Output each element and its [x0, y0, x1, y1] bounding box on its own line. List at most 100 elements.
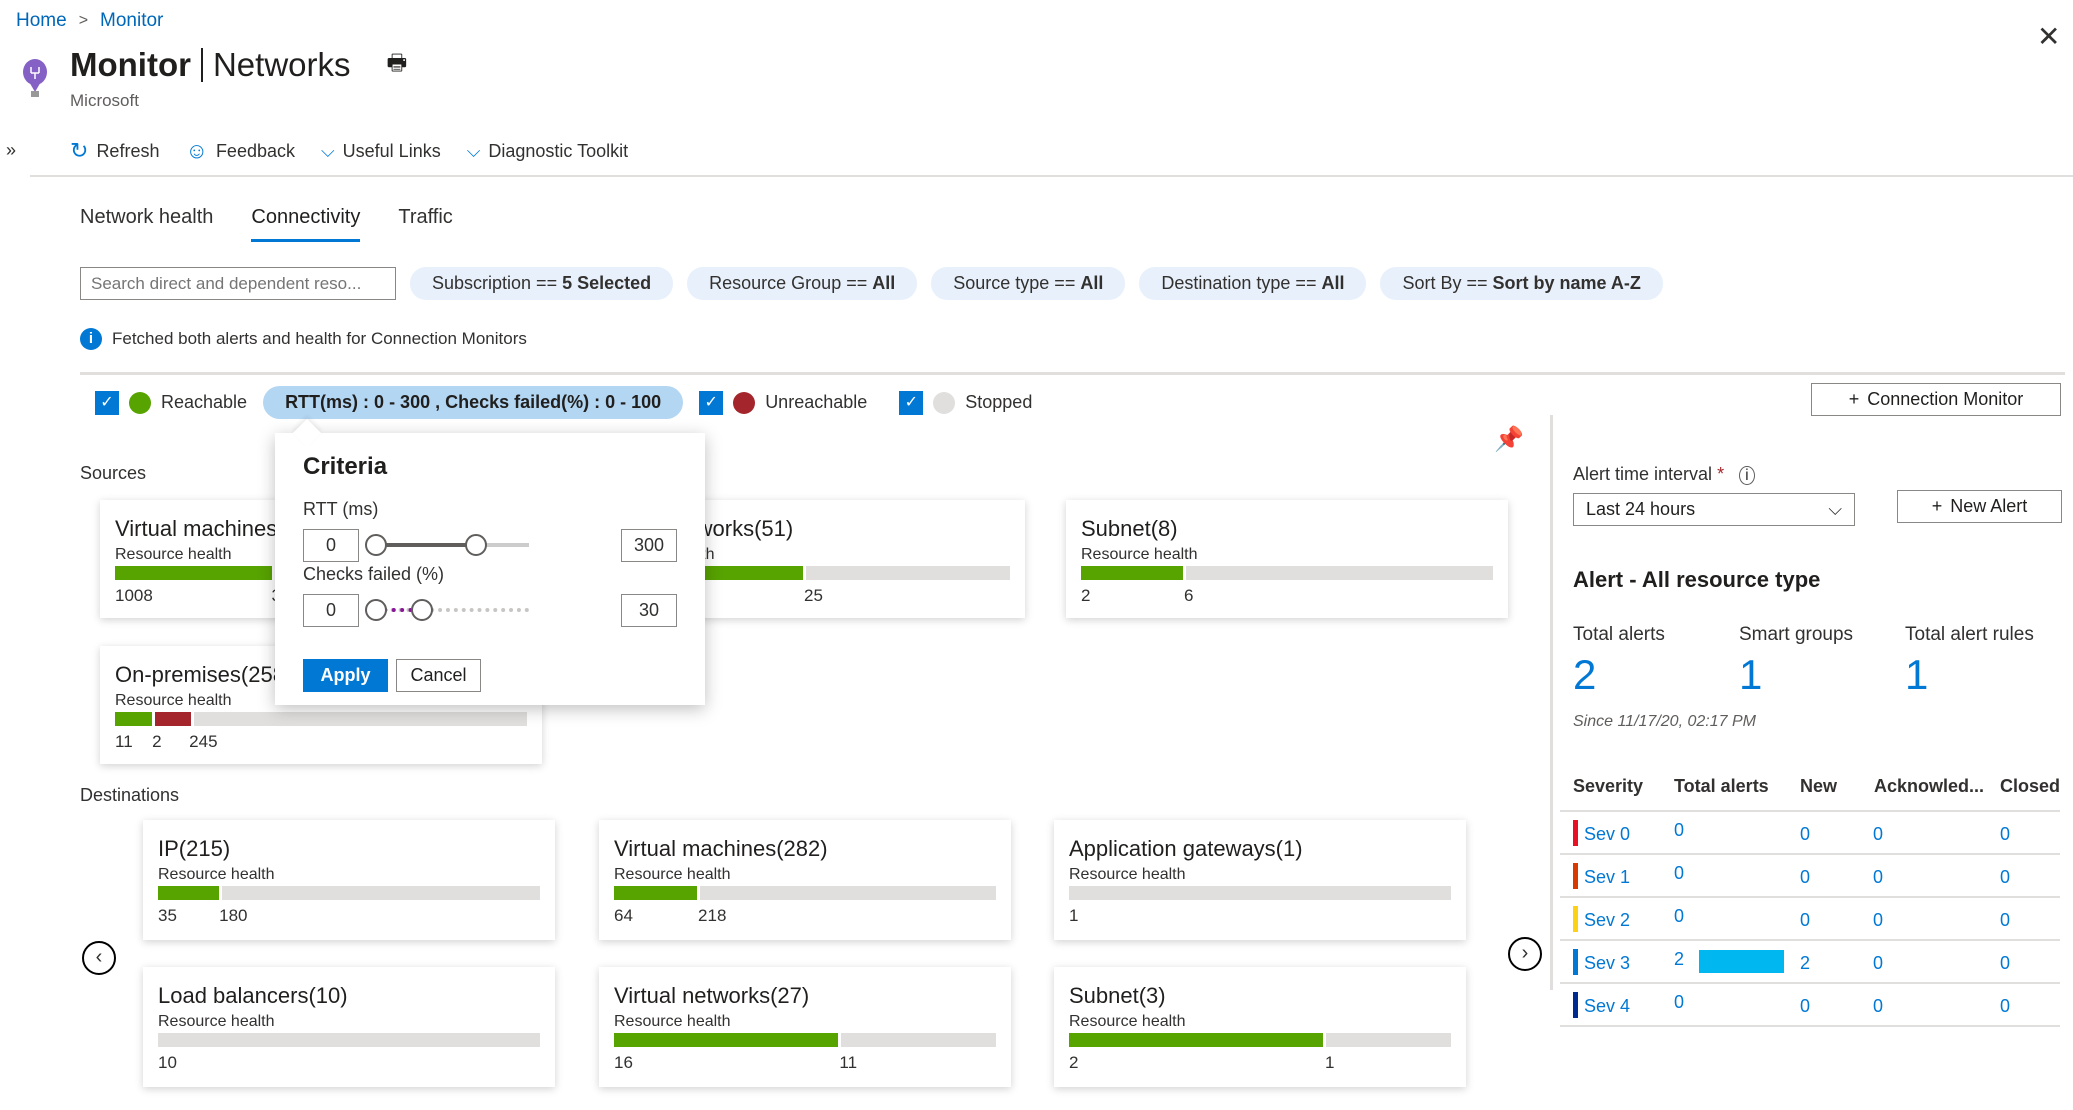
total-alerts[interactable]: 0 — [1674, 820, 1684, 841]
tab-network-health[interactable]: Network health — [80, 206, 213, 242]
tab-traffic[interactable]: Traffic — [398, 206, 452, 242]
severity-row[interactable]: Sev 0 0 0 0 0 — [1560, 812, 2060, 855]
criteria-pill[interactable]: RTT(ms) : 0 - 300 , Checks failed(%) : 0… — [263, 386, 684, 419]
rtt-max-handle[interactable] — [465, 534, 488, 556]
severity-row[interactable]: Sev 2 0 0 0 0 — [1560, 898, 2060, 941]
resource-card[interactable]: Load balancers(10) Resource health 10 — [143, 967, 555, 1087]
stopped-segment — [158, 1033, 540, 1047]
total-alerts[interactable]: 0 — [1674, 863, 1684, 884]
new-alerts[interactable]: 0 — [1800, 996, 1810, 1017]
chevron-down-icon: ⌵ — [1828, 499, 1842, 519]
previous-arrow-icon[interactable]: ‹ — [82, 941, 116, 975]
next-arrow-icon[interactable]: › — [1508, 937, 1542, 971]
severity-row[interactable]: Sev 1 0 0 0 0 — [1560, 855, 2060, 898]
new-alerts[interactable]: 2 — [1800, 953, 1810, 974]
resource-card[interactable]: Virtual machines(282) Resource health 64 21… — [599, 820, 1011, 940]
info-icon[interactable]: i — [1739, 466, 1755, 485]
rtt-slider-fill — [375, 543, 476, 547]
severity-link[interactable]: Sev 0 — [1584, 824, 1630, 845]
stat-value[interactable]: 1 — [1905, 651, 1928, 699]
unreachable-segment — [154, 712, 192, 726]
health-bar — [1069, 886, 1451, 900]
section-divider — [80, 372, 2065, 375]
new-alert-button[interactable]: + New Alert — [1897, 490, 2062, 523]
diagnostic-toolkit-button[interactable]: ⌵ Diagnostic Toolkit — [467, 141, 628, 162]
acknowledged-alerts[interactable]: 0 — [1873, 867, 1883, 888]
destinations-label: Destinations — [80, 785, 180, 805]
rtt-min-input[interactable]: 0 — [303, 529, 359, 562]
total-alerts-bar — [1699, 950, 1784, 973]
health-values: 64 218 — [614, 904, 996, 928]
checks-min-handle[interactable] — [365, 599, 387, 621]
rtt-max-input[interactable]: 300 — [621, 529, 677, 562]
checks-max-input[interactable]: 30 — [621, 594, 677, 627]
filter-key: Subscription == — [432, 273, 563, 293]
apply-button[interactable]: Apply — [303, 659, 388, 692]
filter-value: 5 Selected — [562, 273, 652, 293]
closed-alerts[interactable]: 0 — [2000, 867, 2010, 888]
diagnostic-label: Diagnostic Toolkit — [488, 140, 629, 161]
segment-count: 11 — [115, 732, 133, 751]
refresh-button[interactable]: ↻ Refresh — [70, 138, 159, 164]
tab-connectivity[interactable]: Connectivity — [251, 206, 361, 242]
resource-card[interactable]: Subnet(8) Resource health 2 6 — [1066, 500, 1508, 618]
segment-count: 218 — [698, 906, 727, 925]
filter-destination-type[interactable]: Destination type == All — [1139, 267, 1367, 300]
severity-link[interactable]: Sev 2 — [1584, 910, 1630, 931]
card-title: Virtual networks(27) — [614, 983, 810, 1008]
closed-alerts[interactable]: 0 — [2000, 953, 2010, 974]
resource-card[interactable]: Subnet(3) Resource health 2 1 — [1054, 967, 1466, 1087]
checks-min-input[interactable]: 0 — [303, 594, 359, 627]
rtt-min-handle[interactable] — [365, 534, 387, 556]
unreachable-checkbox[interactable]: ✓ — [699, 390, 724, 415]
acknowledged-alerts[interactable]: 0 — [1873, 953, 1883, 974]
alert-interval-label: Alert time interval * i — [1573, 464, 1755, 485]
closed-alerts[interactable]: 0 — [2000, 910, 2010, 931]
close-icon[interactable]: ✕ — [2037, 20, 2060, 53]
severity-row[interactable]: Sev 3 2 2 0 0 — [1560, 941, 2060, 984]
chevron-right-icon: > — [78, 12, 89, 29]
total-alerts[interactable]: 0 — [1674, 906, 1684, 927]
resource-card[interactable]: Virtual networks(27) Resource health 16 11 — [599, 967, 1011, 1087]
checks-max-handle[interactable] — [411, 599, 434, 621]
useful-links-button[interactable]: ⌵ Useful Links — [321, 141, 441, 162]
print-icon[interactable]: 🖶 — [387, 46, 408, 84]
filter-sort-by[interactable]: Sort By == Sort by name A-Z — [1380, 267, 1663, 300]
acknowledged-alerts[interactable]: 0 — [1873, 996, 1883, 1017]
filter-source-type[interactable]: Source type == All — [931, 267, 1126, 300]
stat-value[interactable]: 2 — [1573, 651, 1596, 699]
search-input[interactable] — [80, 267, 396, 300]
total-alerts[interactable]: 0 — [1674, 992, 1684, 1013]
severity-link[interactable]: Sev 3 — [1584, 953, 1630, 974]
stat-value[interactable]: 1 — [1739, 651, 1762, 699]
pin-icon[interactable]: 📌 — [1494, 425, 1524, 454]
breadcrumb-home[interactable]: Home — [16, 10, 67, 32]
reachable-checkbox[interactable]: ✓ — [95, 390, 119, 415]
feedback-button[interactable]: ☺ Feedback — [185, 138, 295, 164]
alert-interval-dropdown[interactable]: Last 24 hours ⌵ — [1573, 493, 1855, 526]
new-alerts[interactable]: 0 — [1800, 867, 1810, 888]
cancel-button[interactable]: Cancel — [396, 659, 481, 692]
resource-card[interactable]: IP(215) Resource health 35 180 — [143, 820, 555, 940]
closed-alerts[interactable]: 0 — [2000, 824, 2010, 845]
expand-sidebar-icon[interactable]: » — [6, 140, 16, 161]
filter-key: Destination type == — [1161, 273, 1322, 293]
severity-row[interactable]: Sev 4 0 0 0 0 — [1560, 984, 2060, 1027]
add-connection-monitor-button[interactable]: + Connection Monitor — [1811, 383, 2061, 416]
total-alerts[interactable]: 2 — [1674, 949, 1684, 970]
closed-alerts[interactable]: 0 — [2000, 996, 2010, 1017]
new-alerts[interactable]: 0 — [1800, 910, 1810, 931]
resource-card[interactable]: Application gateways(1) Resource health 1 — [1054, 820, 1466, 940]
new-alerts[interactable]: 0 — [1800, 824, 1810, 845]
filter-subscription[interactable]: Subscription == 5 Selected — [410, 267, 674, 300]
reachable-dot-icon — [129, 391, 151, 414]
stopped-checkbox[interactable]: ✓ — [899, 390, 924, 415]
severity-link[interactable]: Sev 1 — [1584, 867, 1630, 888]
breadcrumb-monitor[interactable]: Monitor — [100, 10, 163, 32]
acknowledged-alerts[interactable]: 0 — [1873, 910, 1883, 931]
segment-count: 35 — [158, 906, 177, 925]
page-title: Monitor Networks 🖶 — [70, 46, 407, 84]
filter-resource-group[interactable]: Resource Group == All — [687, 267, 918, 300]
severity-link[interactable]: Sev 4 — [1584, 996, 1630, 1017]
acknowledged-alerts[interactable]: 0 — [1873, 824, 1883, 845]
